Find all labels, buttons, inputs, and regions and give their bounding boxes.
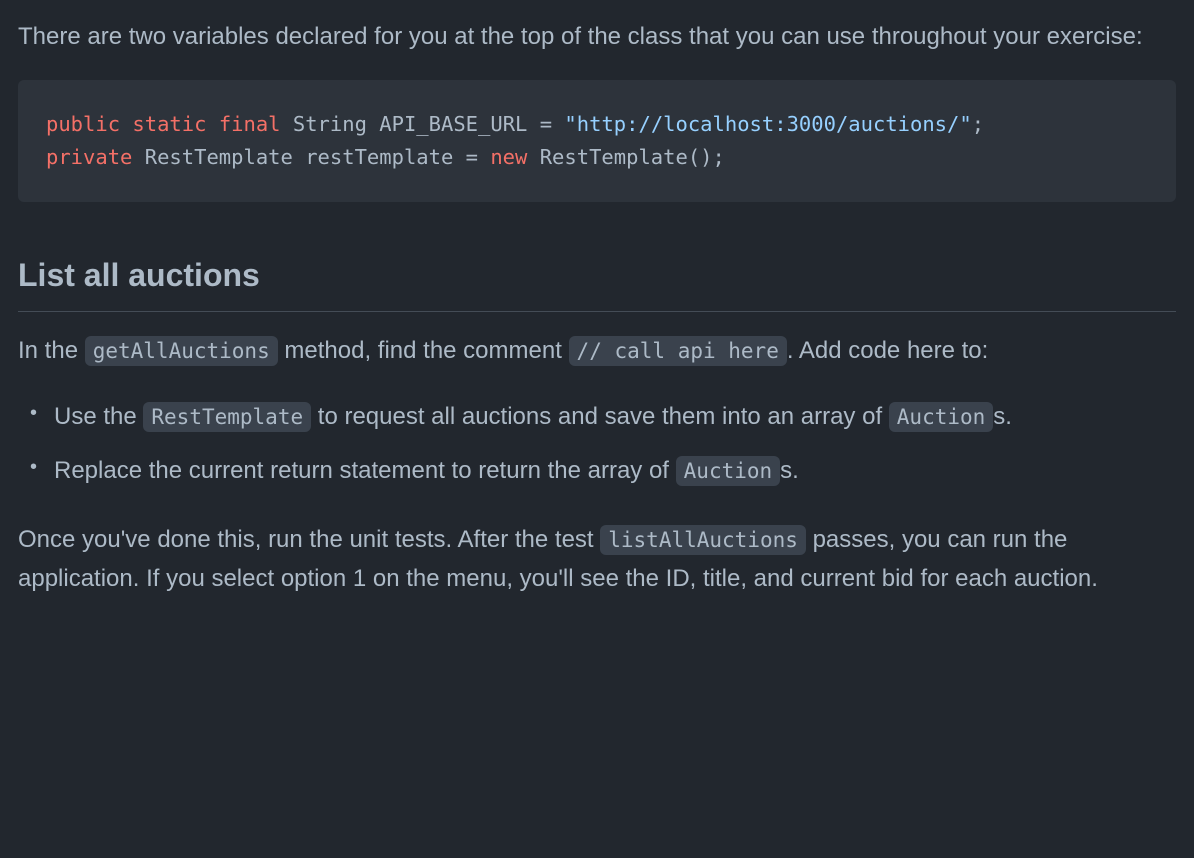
list-item: Replace the current return statement to … bbox=[54, 449, 1176, 493]
semicolon: ; bbox=[713, 145, 725, 169]
paragraph-2: Once you've done this, run the unit test… bbox=[18, 521, 1176, 598]
inline-code-rest-template: RestTemplate bbox=[143, 402, 311, 432]
text-fragment: . Add code here to: bbox=[787, 337, 988, 364]
identifier-api-base-url: API_BASE_URL bbox=[379, 112, 527, 136]
section-heading: List all auctions bbox=[18, 250, 1176, 312]
inline-code-auction: Auction bbox=[889, 402, 994, 432]
code-line-2: private RestTemplate restTemplate = new … bbox=[46, 141, 1148, 174]
keyword-private: private bbox=[46, 145, 132, 169]
operator-equals: = bbox=[466, 145, 478, 169]
text-fragment: s. bbox=[780, 457, 799, 484]
code-block: public static final String API_BASE_URL … bbox=[18, 80, 1176, 202]
code-line-1: public static final String API_BASE_URL … bbox=[46, 108, 1148, 141]
text-fragment: Use the bbox=[54, 403, 143, 430]
keyword-new: new bbox=[490, 145, 527, 169]
keyword-final: final bbox=[219, 112, 281, 136]
keyword-public: public bbox=[46, 112, 120, 136]
text-fragment: method, find the comment bbox=[278, 337, 569, 364]
inline-code-list-all-auctions: listAllAuctions bbox=[600, 525, 806, 555]
text-fragment: s. bbox=[993, 403, 1012, 430]
bullet-list: Use the RestTemplate to request all auct… bbox=[54, 395, 1176, 494]
inline-code-comment: // call api here bbox=[569, 336, 787, 366]
intro-paragraph: There are two variables declared for you… bbox=[18, 18, 1176, 56]
list-item: Use the RestTemplate to request all auct… bbox=[54, 395, 1176, 439]
identifier-rest-template: restTemplate bbox=[305, 145, 453, 169]
type-rest-template: RestTemplate bbox=[145, 145, 293, 169]
text-fragment: Once you've done this, run the unit test… bbox=[18, 526, 600, 553]
operator-equals: = bbox=[540, 112, 552, 136]
type-string: String bbox=[293, 112, 367, 136]
semicolon: ; bbox=[972, 112, 984, 136]
text-fragment: In the bbox=[18, 337, 85, 364]
keyword-static: static bbox=[132, 112, 206, 136]
constructor-rest-template: RestTemplate() bbox=[540, 145, 713, 169]
text-fragment: to request all auctions and save them in… bbox=[311, 403, 889, 430]
inline-code-auction: Auction bbox=[676, 456, 781, 486]
string-url: "http://localhost:3000/auctions/" bbox=[564, 112, 971, 136]
inline-code-get-all-auctions: getAllAuctions bbox=[85, 336, 278, 366]
text-fragment: Replace the current return statement to … bbox=[54, 457, 676, 484]
paragraph-1: In the getAllAuctions method, find the c… bbox=[18, 332, 1176, 370]
